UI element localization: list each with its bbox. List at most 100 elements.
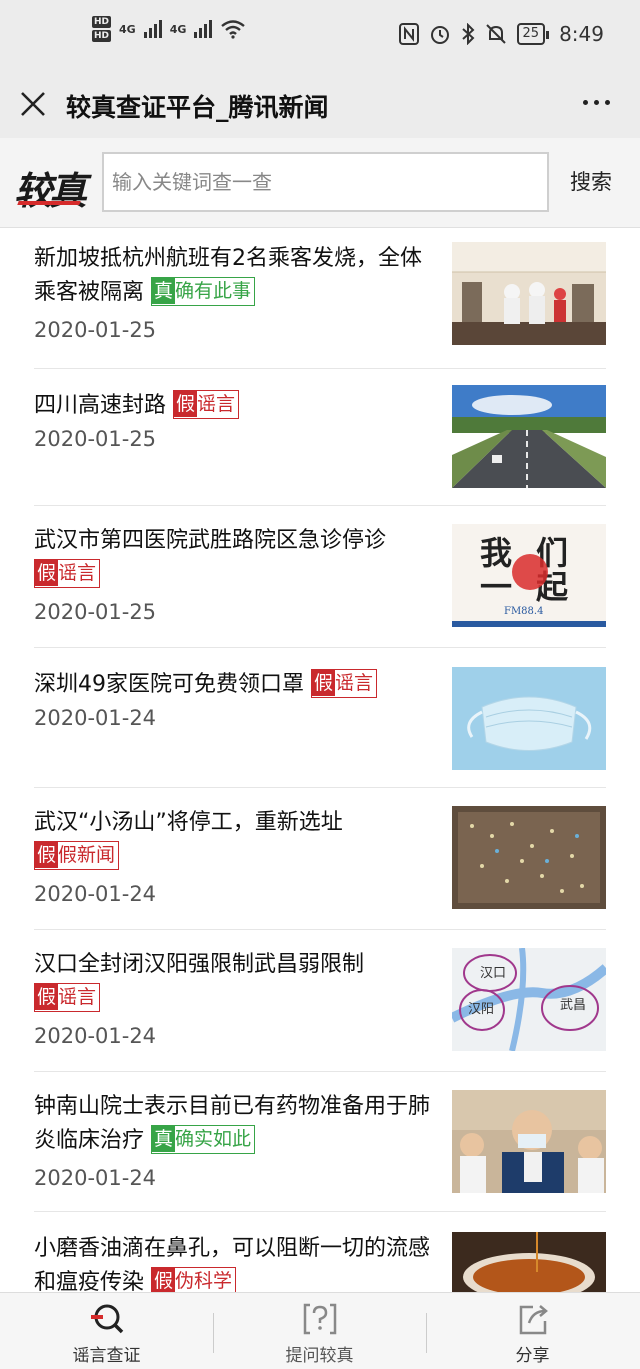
news-date: 2020-01-24	[34, 882, 157, 906]
verdict-tag: 假谣言	[173, 390, 240, 419]
verdict-prefix: 假	[174, 391, 198, 417]
news-date: 2020-01-24	[34, 706, 157, 730]
news-item[interactable]: 深圳49家医院可免费领口罩 假谣言 2020-01-24	[0, 648, 640, 788]
sesame-oil-image	[452, 1232, 606, 1292]
nav-rumor-check[interactable]: 谣言查证	[0, 1293, 213, 1369]
title-bar: 较真查证平台_腾讯新闻	[0, 72, 640, 138]
construction-site-image	[452, 806, 606, 909]
poster-char: 一	[480, 568, 513, 606]
map-label: 武昌	[560, 998, 587, 1013]
verdict-prefix: 真	[152, 278, 176, 304]
page-title: 较真查证平台_腾讯新闻	[66, 93, 329, 122]
news-item[interactable]: 汉口全封闭汉阳强限制武昌弱限制 假谣言 2020-01-24 汉口 汉阳 武昌	[0, 930, 640, 1072]
news-date: 2020-01-24	[34, 1024, 157, 1048]
signal-icon-1	[143, 20, 162, 38]
news-title: 武汉市第四医院武胜路院区急诊停诊	[34, 528, 387, 553]
verdict-prefix: 假	[312, 670, 336, 696]
news-title-block: 小磨香油滴在鼻孔，可以阻断一切的流感和瘟疫传染 假伪科学	[34, 1232, 434, 1300]
nav-label: 谣言查证	[72, 1346, 141, 1366]
wifi-icon	[221, 20, 246, 39]
magnify-check-icon	[90, 1304, 123, 1334]
news-title-block: 武汉市第四医院武胜路院区急诊停诊 假谣言	[34, 524, 434, 592]
bottom-nav: 谣言查证 提问较真 分享	[0, 1292, 640, 1369]
news-title-block: 钟南山院士表示目前已有药物准备用于肺炎临床治疗 真确实如此	[34, 1090, 434, 1158]
search-input[interactable]	[104, 154, 547, 210]
poster-char: 我	[480, 534, 513, 572]
network-type-2: 4G	[169, 22, 187, 36]
hd-badge-1: HD	[92, 16, 112, 28]
verdict-prefix: 假	[35, 842, 59, 868]
hd-badges: HD HD	[92, 16, 112, 42]
news-date: 2020-01-24	[34, 1166, 157, 1190]
verdict-label: 确实如此	[175, 1128, 252, 1150]
nfc-icon	[398, 23, 419, 45]
news-title: 深圳49家医院可免费领口罩	[34, 672, 304, 697]
network-type-1: 4G	[119, 22, 136, 36]
verdict-label: 确有此事	[175, 280, 252, 302]
news-title: 武汉“小汤山”将停工，重新选址	[34, 810, 343, 835]
clock: 8:49	[559, 22, 604, 46]
news-title-block: 汉口全封闭汉阳强限制武昌弱限制 假谣言	[34, 948, 374, 1016]
news-item[interactable]: 武汉“小汤山”将停工，重新选址 假假新闻 2020-01-24	[0, 788, 640, 930]
poster-image: 我们 一起 FM88.4	[452, 524, 606, 627]
news-title-block: 武汉“小汤山”将停工，重新选址 假假新闻	[34, 806, 354, 874]
verdict-prefix: 真	[152, 1126, 176, 1152]
battery-icon: 25	[516, 23, 549, 45]
status-right: 25 8:49	[398, 22, 604, 46]
verdict-tag: 假假新闻	[34, 841, 120, 870]
news-item[interactable]: 钟南山院士表示目前已有药物准备用于肺炎临床治疗 真确实如此 2020-01-24	[0, 1072, 640, 1212]
more-icon[interactable]	[583, 100, 610, 105]
news-item[interactable]: 四川高速封路 假谣言 2020-01-25	[0, 369, 640, 506]
map-image: 汉口 汉阳 武昌	[452, 948, 606, 1051]
signal-icon-2	[194, 20, 213, 38]
news-title: 四川高速封路	[34, 393, 167, 418]
verdict-tag: 真确实如此	[151, 1125, 256, 1154]
news-title-block: 新加坡抵杭州航班有2名乘客发烧，全体乘客被隔离 真确有此事	[34, 242, 434, 310]
news-item[interactable]: 新加坡抵杭州航班有2名乘客发烧，全体乘客被隔离 真确有此事 2020-01-25	[0, 228, 640, 369]
news-item[interactable]: 小磨香油滴在鼻孔，可以阻断一切的流感和瘟疫传染 假伪科学	[0, 1212, 640, 1296]
poster-caption: FM88.4	[504, 606, 544, 617]
verdict-label: 谣言	[58, 986, 97, 1008]
nav-share[interactable]: 分享	[426, 1293, 639, 1369]
search-header: 较真 搜索	[0, 138, 640, 228]
hd-badge-2: HD	[92, 30, 112, 42]
mask-image	[452, 667, 606, 770]
verdict-tag: 假谣言	[34, 559, 101, 588]
news-title: 汉口全封闭汉阳强限制武昌弱限制	[34, 952, 365, 977]
news-date: 2020-01-25	[34, 318, 157, 342]
verdict-label: 谣言	[58, 562, 97, 584]
map-label: 汉口	[480, 966, 507, 981]
question-bracket-icon	[303, 1303, 336, 1335]
news-date: 2020-01-25	[34, 427, 157, 451]
airplane-cabin-image	[452, 242, 606, 345]
verdict-prefix: 假	[152, 1268, 176, 1294]
search-box[interactable]	[102, 152, 549, 212]
news-title-block: 四川高速封路 假谣言	[34, 389, 434, 423]
news-date: 2020-01-25	[34, 600, 157, 624]
verdict-tag: 假谣言	[311, 669, 378, 698]
verdict-tag: 真确有此事	[151, 277, 256, 306]
status-bar: HD HD 4G 4G 25 8:49	[0, 0, 640, 72]
news-item[interactable]: 武汉市第四医院武胜路院区急诊停诊 假谣言 2020-01-25 我们 一起 FM…	[0, 506, 640, 648]
verdict-prefix: 假	[35, 984, 59, 1010]
logo: 较真	[14, 168, 87, 213]
verdict-prefix: 假	[35, 560, 59, 586]
nav-ask[interactable]: 提问较真	[213, 1293, 426, 1369]
close-icon[interactable]	[18, 89, 48, 119]
nav-label: 分享	[515, 1346, 550, 1366]
nav-label: 提问较真	[285, 1346, 354, 1366]
network-indicators: HD HD 4G 4G	[92, 16, 246, 42]
alarm-icon	[430, 26, 449, 44]
search-button[interactable]: 搜索	[570, 166, 612, 196]
logo-underline	[17, 201, 81, 205]
news-title-block: 深圳49家医院可免费领口罩 假谣言	[34, 668, 434, 702]
highway-image	[452, 385, 606, 488]
verdict-label: 假新闻	[58, 844, 116, 866]
bluetooth-icon	[461, 23, 474, 45]
verdict-tag: 假谣言	[34, 983, 101, 1012]
map-label: 汉阳	[468, 1002, 495, 1017]
verdict-label: 伪科学	[175, 1270, 233, 1292]
verdict-label: 谣言	[197, 393, 236, 415]
doctor-image	[452, 1090, 606, 1193]
verdict-label: 谣言	[335, 672, 374, 694]
